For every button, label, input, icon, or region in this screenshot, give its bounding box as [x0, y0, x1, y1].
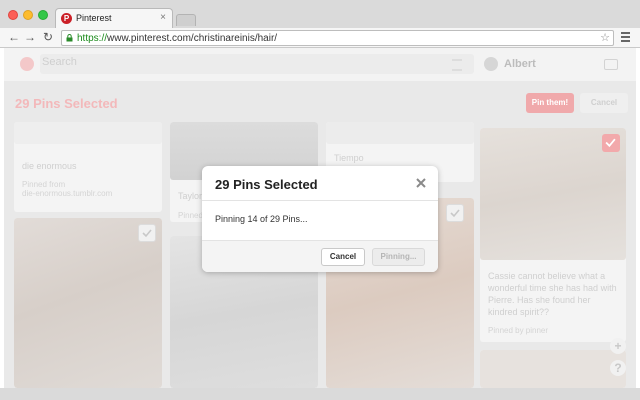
selection-cancel-button[interactable]: Cancel — [580, 93, 628, 113]
close-window-button[interactable] — [8, 10, 18, 20]
pin-card[interactable]: Cassie cannot believe what a wonderful t… — [480, 128, 626, 342]
browser-bottom-frame — [0, 388, 640, 400]
pin-select-checkbox[interactable] — [446, 204, 464, 222]
filter-icon[interactable] — [452, 59, 462, 71]
messages-icon[interactable] — [604, 59, 618, 70]
dialog-footer: Cancel Pinning... — [202, 240, 438, 272]
progress-text: Pinning 14 of 29 Pins... — [215, 214, 308, 224]
pin-select-checkbox[interactable] — [138, 224, 156, 242]
cancel-button[interactable]: Cancel — [321, 248, 365, 266]
star-icon[interactable]: ☆ — [600, 31, 610, 45]
address-bar[interactable]: https://www.pinterest.com/christinareini… — [61, 30, 614, 46]
menu-icon[interactable] — [621, 32, 630, 44]
lock-icon — [66, 34, 73, 42]
url-path: www.pinterest.com/christinareinis/hair/ — [107, 33, 278, 44]
help-button[interactable]: ? — [610, 360, 626, 376]
browser-title-bar: P Pinterest × — [0, 0, 640, 28]
search-placeholder: Search — [42, 56, 77, 68]
pin-card[interactable]: die enormous Pinned from die-enormous.tu… — [14, 122, 162, 212]
pin-image — [480, 350, 626, 388]
tab-close-icon[interactable]: × — [160, 12, 166, 23]
maximize-window-button[interactable] — [38, 10, 48, 20]
url-scheme: https:// — [77, 33, 108, 44]
browser-tab-pinterest[interactable]: P Pinterest × — [55, 8, 173, 28]
add-pin-button[interactable]: + — [610, 338, 626, 354]
browser-toolbar: ← → ↻ https://www.pinterest.com/christin… — [0, 28, 640, 48]
check-icon — [605, 138, 616, 148]
new-tab-button[interactable] — [176, 14, 196, 26]
search-input[interactable] — [40, 54, 474, 74]
pin-card[interactable] — [480, 350, 626, 388]
user-name[interactable]: Albert — [504, 58, 536, 70]
back-icon[interactable]: ← — [8, 30, 20, 45]
avatar[interactable] — [484, 57, 498, 71]
close-icon[interactable] — [416, 178, 426, 188]
site-header: Search Albert — [4, 48, 636, 81]
pin-description: Cassie cannot believe what a wonderful t… — [488, 271, 617, 317]
pinning-progress-dialog: 29 Pins Selected Pinning 14 of 29 Pins..… — [202, 166, 438, 272]
pinning-button[interactable]: Pinning... — [372, 248, 425, 266]
url-text: https://www.pinterest.com/christinareini… — [77, 33, 277, 44]
reload-icon[interactable]: ↻ — [43, 30, 53, 45]
pin-description: Taylor — [178, 191, 203, 201]
pin-source: Pinned — [178, 211, 203, 220]
pin-card[interactable] — [14, 218, 162, 388]
pinterest-favicon-icon: P — [61, 13, 72, 24]
pin-them-button[interactable]: Pin them! — [526, 93, 574, 113]
pin-source: Pinned by pinner — [488, 326, 549, 335]
dialog-title: 29 Pins Selected — [215, 177, 318, 192]
pin-description: die enormous — [22, 161, 77, 171]
check-icon — [450, 209, 460, 218]
forward-icon[interactable]: → — [24, 30, 36, 45]
pinterest-logo-icon[interactable] — [20, 57, 34, 71]
minimize-window-button[interactable] — [23, 10, 33, 20]
pin-image — [14, 122, 162, 144]
pin-source: die-enormous.tumblr.com — [22, 189, 113, 198]
check-icon — [142, 229, 152, 238]
selection-count-title: 29 Pins Selected — [15, 96, 118, 111]
tab-title: Pinterest — [76, 13, 112, 23]
pin-description: Tiempo — [334, 153, 364, 163]
pin-image — [326, 122, 474, 144]
pin-select-checkbox[interactable] — [602, 134, 620, 152]
pin-image — [14, 218, 162, 388]
divider — [202, 200, 438, 201]
